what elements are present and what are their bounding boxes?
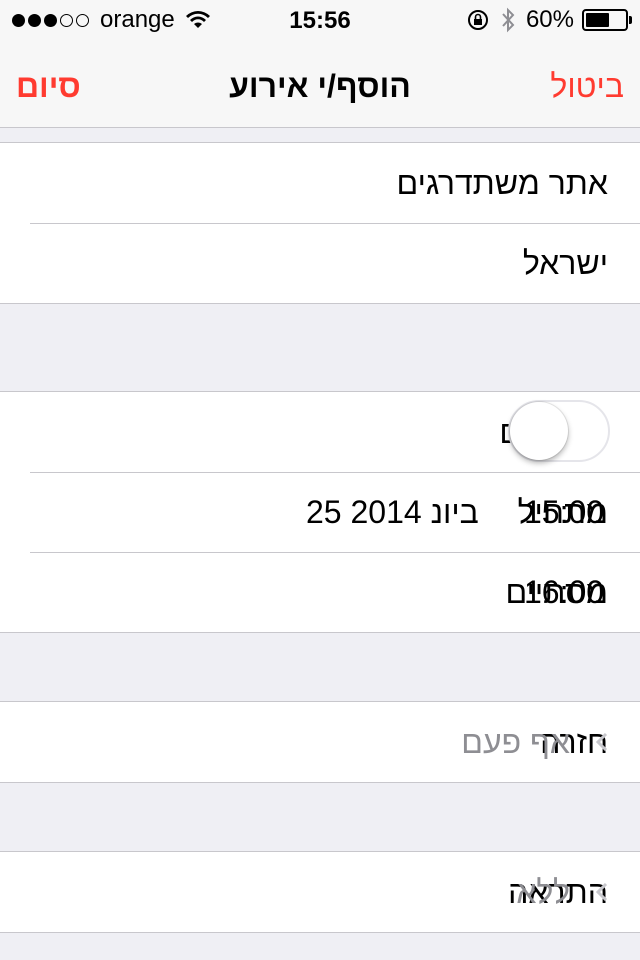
repeat-row[interactable]: חזרה אף פעם [0, 702, 640, 782]
starts-row[interactable]: מתחיל 15:00 25 ביונ 2014 [0, 472, 640, 552]
chevron-icon [595, 732, 608, 752]
location-field[interactable]: ישראל [523, 223, 608, 303]
bluetooth-icon [502, 7, 515, 33]
ends-row[interactable]: מסתיים 16:00 [0, 552, 640, 632]
chevron-icon [595, 882, 608, 902]
title-row[interactable]: אתר משתדרגים [0, 143, 640, 223]
status-right: 60% [466, 6, 632, 34]
battery-icon [582, 9, 632, 31]
alert-group: התראה ללא [0, 851, 640, 933]
battery-fill [586, 13, 609, 27]
starts-date[interactable]: 25 ביונ 2014 [306, 472, 479, 552]
alert-value: ללא [516, 874, 570, 910]
repeat-value: אף פעם [461, 724, 570, 760]
cancel-button[interactable]: ביטול [550, 68, 624, 105]
toggle-knob [510, 402, 568, 460]
status-bar: orange 15:56 60% [0, 0, 640, 40]
title-field[interactable]: אתר משתדרגים [397, 143, 608, 223]
all-day-row: יום שלם [0, 392, 640, 472]
timing-group: יום שלם מתחיל 15:00 25 ביונ 2014 מסתיים … [0, 391, 640, 633]
details-group: אתר משתדרגים ישראל [0, 142, 640, 304]
repeat-group: חזרה אף פעם [0, 701, 640, 783]
ends-time[interactable]: 16:00 [524, 552, 604, 632]
alert-row[interactable]: התראה ללא [0, 852, 640, 932]
location-row[interactable]: ישראל [0, 223, 640, 303]
rotation-lock-icon [467, 10, 488, 30]
page-title: הוסף/י אירוע [229, 68, 411, 104]
nav-bar: סיום הוסף/י אירוע ביטול [0, 40, 640, 128]
battery-percent: 60% [525, 6, 574, 33]
all-day-toggle[interactable] [508, 400, 610, 462]
starts-time[interactable]: 15:00 [524, 472, 604, 552]
